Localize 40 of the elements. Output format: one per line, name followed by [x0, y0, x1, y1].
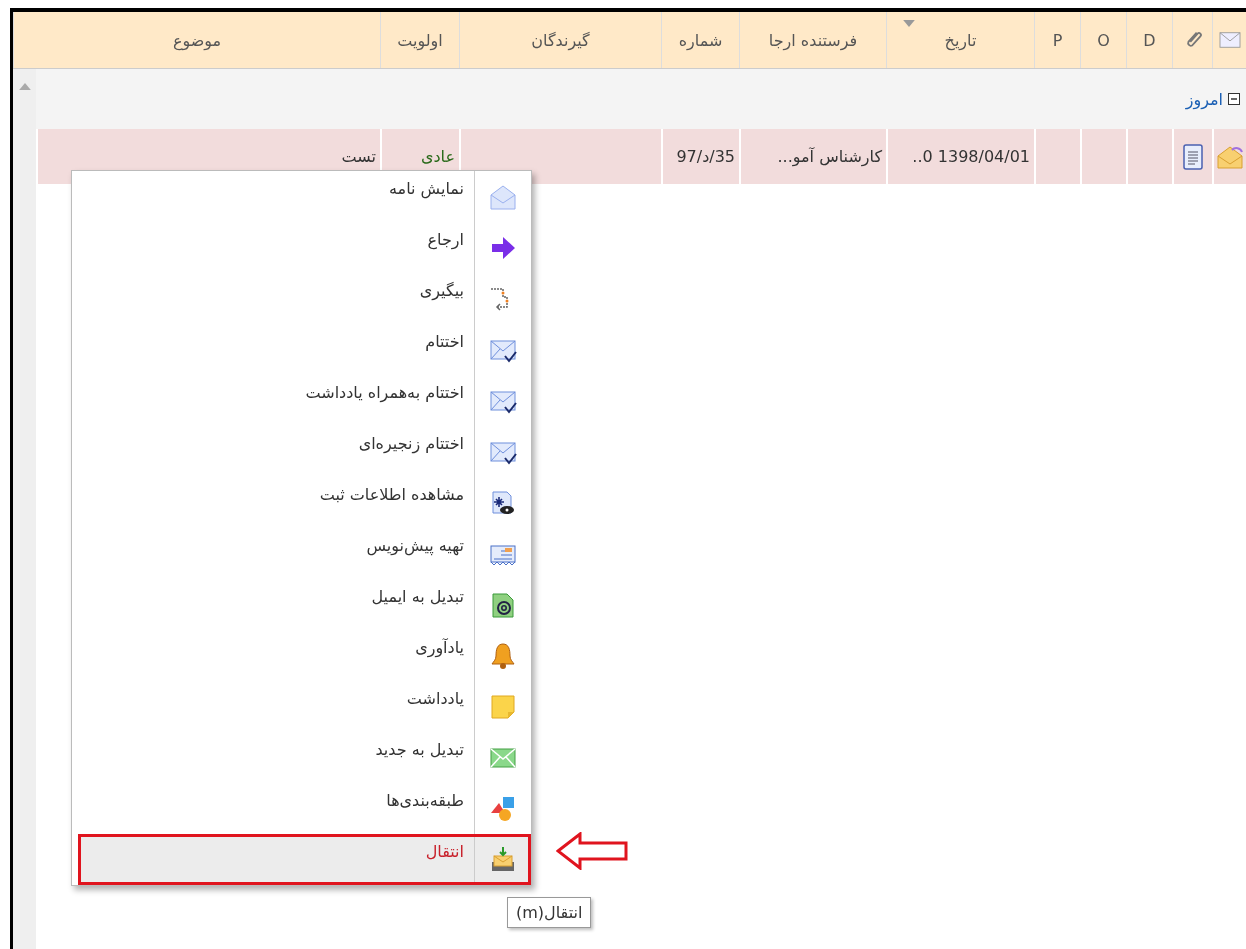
- sticky-note-icon: [489, 692, 517, 721]
- column-header[interactable]: اولویت: [380, 12, 459, 68]
- document-eye-icon: [489, 488, 517, 517]
- menu-item[interactable]: مشاهده اطلاعات ثبت: [72, 477, 531, 528]
- menu-item[interactable]: اختتام: [72, 324, 531, 375]
- envelope-icon: [1216, 30, 1243, 50]
- menu-item[interactable]: اختتام زنجیره‌ای: [72, 426, 531, 477]
- menu-item[interactable]: یادآوری: [72, 630, 531, 681]
- column-header[interactable]: فرستنده ارجا: [739, 12, 886, 68]
- table-cell: 35/د/97: [676, 147, 735, 166]
- column-header[interactable]: شماره: [661, 12, 739, 68]
- column-header[interactable]: O: [1080, 12, 1126, 68]
- table-cell: عادی: [420, 147, 455, 166]
- tooltip: انتقال(m): [507, 897, 592, 928]
- pointer-arrow: [556, 832, 628, 870]
- inbox-download-icon: [489, 845, 517, 874]
- menu-item[interactable]: بیگیری: [72, 273, 531, 324]
- sort-arrow-icon: [903, 20, 915, 27]
- shapes-icon: [489, 794, 517, 823]
- column-header[interactable]: P: [1034, 12, 1080, 68]
- bell-icon: [489, 641, 517, 670]
- column-header[interactable]: گیرندگان: [459, 12, 661, 68]
- menu-item[interactable]: یادداشت: [72, 681, 531, 732]
- menu-item[interactable]: تبدیل به جدید: [72, 732, 531, 783]
- menu-item[interactable]: تهیه پیش‌نویس: [72, 528, 531, 579]
- scrollbar[interactable]: [13, 69, 36, 949]
- table-cell: تست: [341, 147, 376, 166]
- menu-item[interactable]: اختتام به‌همراه یادداشت: [72, 375, 531, 426]
- group-label[interactable]: امروز: [1185, 89, 1223, 109]
- table-cell: کارشناس آمو...: [777, 147, 882, 166]
- scroll-up-icon[interactable]: [18, 83, 31, 90]
- column-header[interactable]: D: [1126, 12, 1172, 68]
- menu-item[interactable]: تبدیل به ایمیل: [72, 579, 531, 630]
- menu-item[interactable]: ارجاع: [72, 222, 531, 273]
- menu-item[interactable]: انتقال: [78, 834, 531, 885]
- table-cell: 1398/04/01 0..: [912, 147, 1030, 166]
- column-header[interactable]: تاریخ: [886, 12, 1034, 68]
- collapse-icon[interactable]: [1228, 93, 1240, 105]
- column-header[interactable]: موضوع: [13, 12, 380, 68]
- document-icon: [1181, 143, 1205, 170]
